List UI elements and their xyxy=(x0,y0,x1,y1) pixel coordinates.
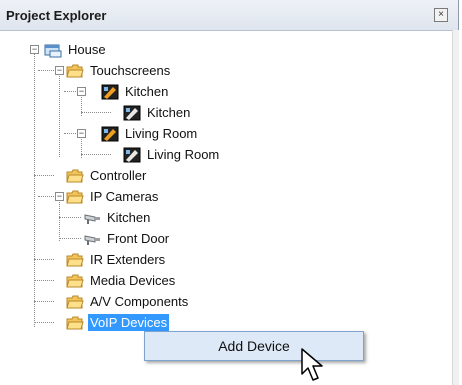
tree-label: Controller xyxy=(90,168,147,183)
context-menu: Add Device xyxy=(144,331,364,361)
tree-label: Kitchen xyxy=(125,84,169,99)
tree-line xyxy=(64,133,76,134)
tree-line xyxy=(59,217,81,218)
folder-icon xyxy=(66,253,84,266)
folder-icon xyxy=(66,64,84,77)
folder-icon xyxy=(66,169,84,182)
collapse-toggle-living-room[interactable]: − xyxy=(77,129,86,138)
tree-label: IR Extenders xyxy=(90,252,166,267)
tree-item-camera-front-door[interactable]: Front Door xyxy=(83,228,171,249)
tree-item-ir-extenders[interactable]: IR Extenders xyxy=(66,249,167,270)
touchscreen-icon xyxy=(123,105,141,120)
tree-item-touchscreens[interactable]: Touchscreens xyxy=(66,60,172,81)
tree-line xyxy=(38,70,54,71)
collapse-toggle-ip-cameras[interactable]: − xyxy=(55,192,64,201)
panel-scroll-edge xyxy=(452,30,459,385)
mouse-cursor-icon xyxy=(301,348,323,381)
tree-item-ip-cameras[interactable]: IP Cameras xyxy=(66,186,160,207)
tree-item-house[interactable]: House xyxy=(44,39,108,60)
tree-line xyxy=(81,112,111,113)
folder-icon xyxy=(66,316,84,329)
tree-label: A/V Components xyxy=(90,294,189,309)
tree-label: VoIP Devices xyxy=(88,314,170,331)
folder-icon xyxy=(66,295,84,308)
tree-item-av-components[interactable]: A/V Components xyxy=(66,291,190,312)
add-device-menu-item[interactable]: Add Device xyxy=(145,332,363,360)
tree-item-controller[interactable]: Controller xyxy=(66,165,148,186)
tree-line xyxy=(59,197,60,241)
tree-line xyxy=(59,71,60,157)
tree-label: Front Door xyxy=(107,231,170,246)
touchscreen-icon xyxy=(101,84,119,99)
tree-line xyxy=(59,238,81,239)
tree-label: Kitchen xyxy=(147,105,191,120)
tree-item-voip-devices[interactable]: VoIP Devices xyxy=(66,312,170,333)
tree-line xyxy=(34,322,54,323)
tree-line xyxy=(34,259,54,260)
touchscreen-icon xyxy=(123,147,141,162)
folder-icon xyxy=(66,190,84,203)
tree-label: House xyxy=(68,42,106,57)
collapse-toggle-kitchen[interactable]: − xyxy=(77,87,86,96)
tree-label: IP Cameras xyxy=(90,189,159,204)
project-explorer-panel: Project Explorer × − − − − − House Touch… xyxy=(0,0,459,385)
tree-label: Kitchen xyxy=(107,210,151,225)
panel-title: Project Explorer xyxy=(6,8,107,23)
tree-line xyxy=(34,280,54,281)
tree-item-kitchen-touchscreen[interactable]: Kitchen xyxy=(101,81,170,102)
tree-line xyxy=(34,175,54,176)
tree-item-living-room-screen-page[interactable]: Living Room xyxy=(123,144,221,165)
tree-label: Living Room xyxy=(125,126,198,141)
tree-item-camera-kitchen[interactable]: Kitchen xyxy=(83,207,152,228)
tree-item-living-room-touchscreen[interactable]: Living Room xyxy=(101,123,199,144)
panel-titlebar: Project Explorer × xyxy=(0,0,458,31)
tree-item-kitchen-screen-page[interactable]: Kitchen xyxy=(123,102,192,123)
house-icon xyxy=(44,44,62,57)
touchscreen-icon xyxy=(101,126,119,141)
tree-line xyxy=(81,154,111,155)
tree-label: Touchscreens xyxy=(90,63,171,78)
collapse-toggle-touchscreens[interactable]: − xyxy=(55,66,64,75)
tree-line xyxy=(34,301,54,302)
folder-icon xyxy=(66,274,84,287)
tree-line xyxy=(38,196,54,197)
tree-line xyxy=(34,50,35,327)
tree-item-media-devices[interactable]: Media Devices xyxy=(66,270,177,291)
camera-icon xyxy=(84,213,100,224)
camera-icon xyxy=(84,234,100,245)
tree-line xyxy=(64,91,76,92)
tree-label: Media Devices xyxy=(90,273,176,288)
collapse-toggle-house[interactable]: − xyxy=(30,45,39,54)
close-icon[interactable]: × xyxy=(434,8,448,22)
tree-label: Living Room xyxy=(147,147,220,162)
